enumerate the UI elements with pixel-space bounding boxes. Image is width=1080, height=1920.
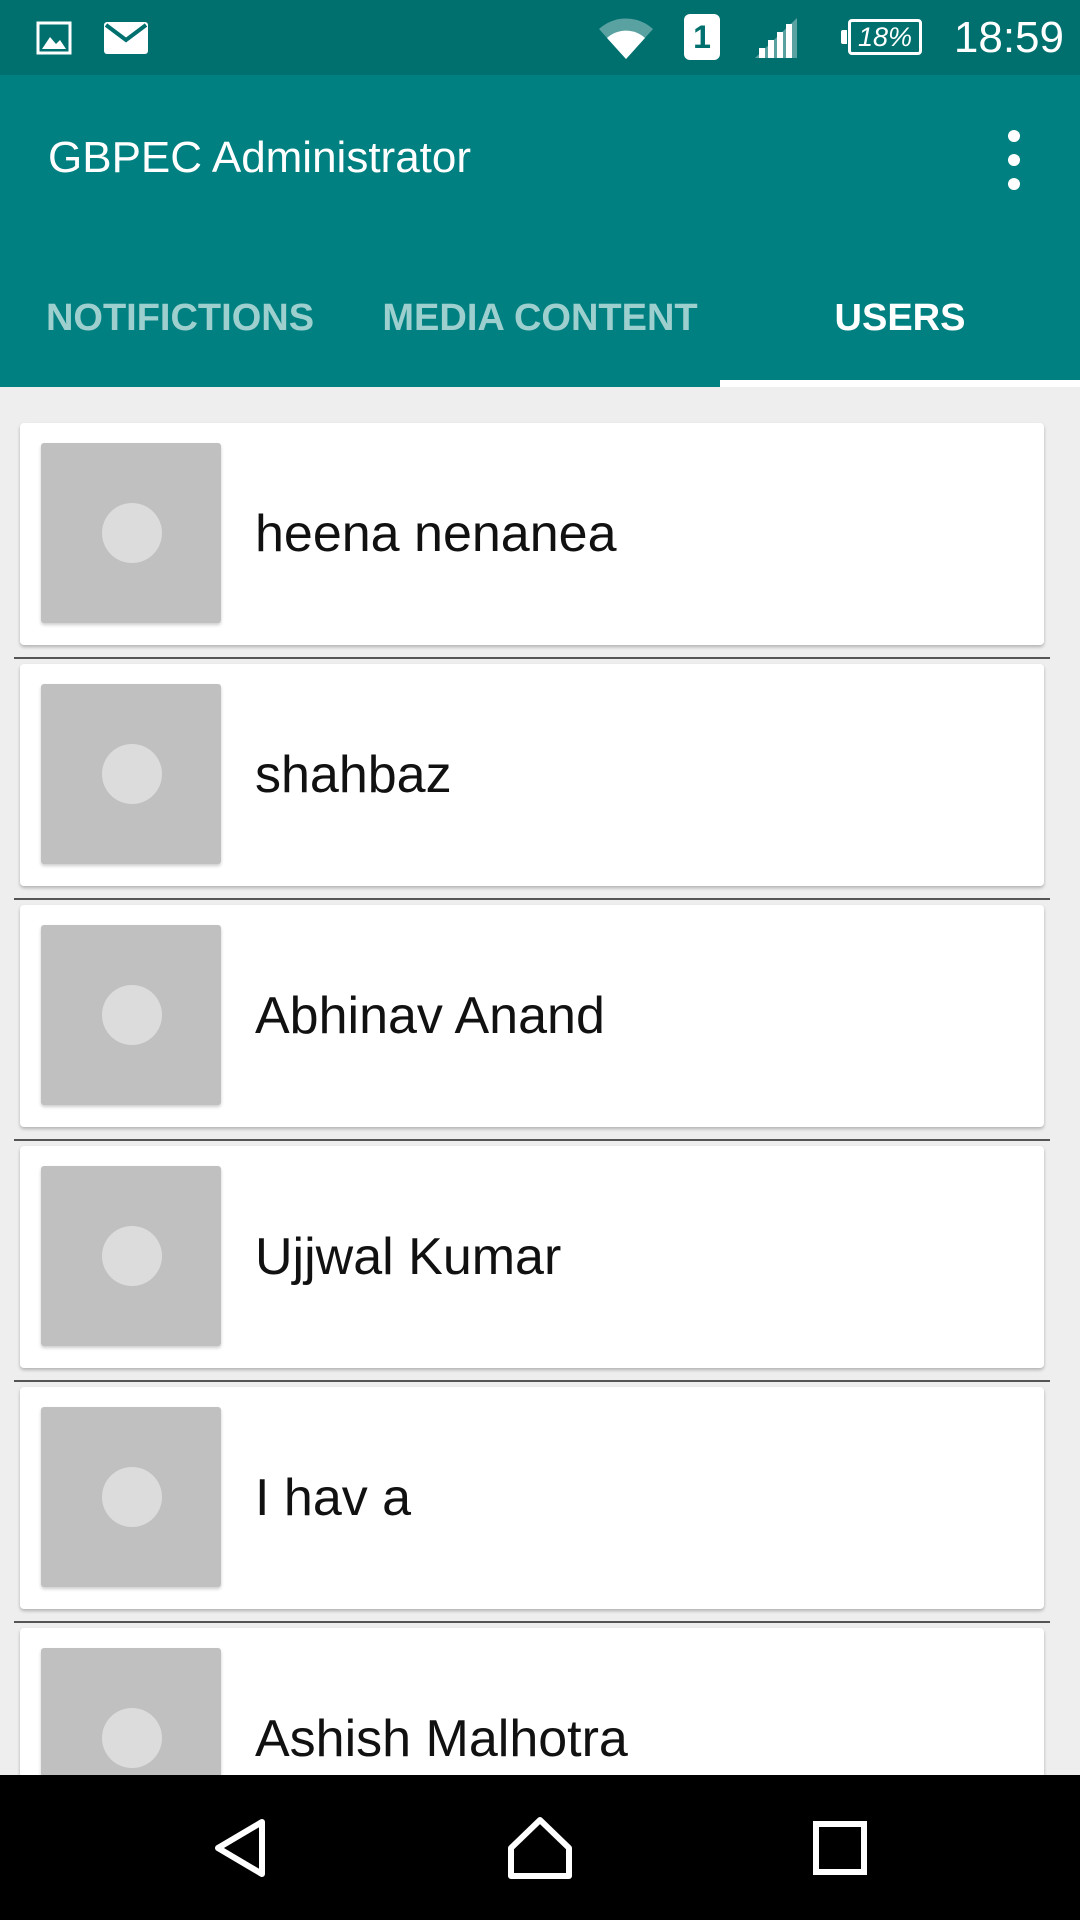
list-item[interactable]: Ujjwal Kumar (20, 1146, 1044, 1368)
person-icon (102, 985, 162, 1045)
tab-bar: NOTIFICTIONS MEDIA CONTENT USERS (0, 270, 1080, 387)
battery-icon: 18% (841, 19, 922, 55)
avatar (41, 684, 221, 864)
divider (14, 898, 1050, 900)
user-name: heena nenanea (255, 505, 617, 563)
signal-icon (752, 0, 800, 75)
person-icon (102, 1467, 162, 1527)
tab-notifications[interactable]: NOTIFICTIONS (0, 270, 360, 387)
user-name: Ujjwal Kumar (255, 1228, 562, 1286)
user-name: I hav a (255, 1469, 412, 1527)
list-item[interactable]: I hav a (20, 1387, 1044, 1609)
user-name: shahbaz (255, 746, 452, 804)
person-icon (102, 1226, 162, 1286)
image-icon (34, 0, 74, 75)
tab-indicator (720, 380, 1080, 387)
navigation-bar (0, 1775, 1080, 1920)
back-icon[interactable] (180, 1775, 300, 1920)
divider (14, 1380, 1050, 1382)
person-icon (102, 744, 162, 804)
divider (14, 1139, 1050, 1141)
wifi-icon (596, 0, 656, 75)
status-time: 18:59 (953, 13, 1064, 62)
divider (14, 1621, 1050, 1623)
list-item[interactable]: Abhinav Anand (20, 905, 1044, 1127)
mail-icon (102, 0, 150, 75)
avatar (41, 1166, 221, 1346)
home-icon[interactable] (480, 1775, 600, 1920)
page-title: GBPEC Administrator (48, 133, 472, 182)
user-list[interactable]: heena nenanea shahbaz Abhinav Anand Ujjw… (0, 387, 1080, 1775)
user-name: Abhinav Anand (255, 987, 605, 1045)
avatar (41, 925, 221, 1105)
list-item[interactable]: Ashish Malhotra (20, 1628, 1044, 1775)
avatar (41, 1407, 221, 1587)
list-item[interactable]: heena nenanea (20, 423, 1044, 645)
divider (14, 657, 1050, 659)
list-item[interactable]: shahbaz (20, 664, 1044, 886)
person-icon (102, 503, 162, 563)
tab-media-content[interactable]: MEDIA CONTENT (360, 270, 720, 387)
avatar (41, 443, 221, 623)
person-icon (102, 1708, 162, 1768)
sim-icon: 1 (684, 14, 720, 60)
tab-users[interactable]: USERS (720, 270, 1080, 387)
recents-icon[interactable] (780, 1775, 900, 1920)
more-vert-icon[interactable] (990, 130, 1038, 190)
avatar (41, 1648, 221, 1775)
status-bar: 1 18% 18:59 (0, 0, 1080, 75)
user-name: Ashish Malhotra (255, 1710, 628, 1768)
